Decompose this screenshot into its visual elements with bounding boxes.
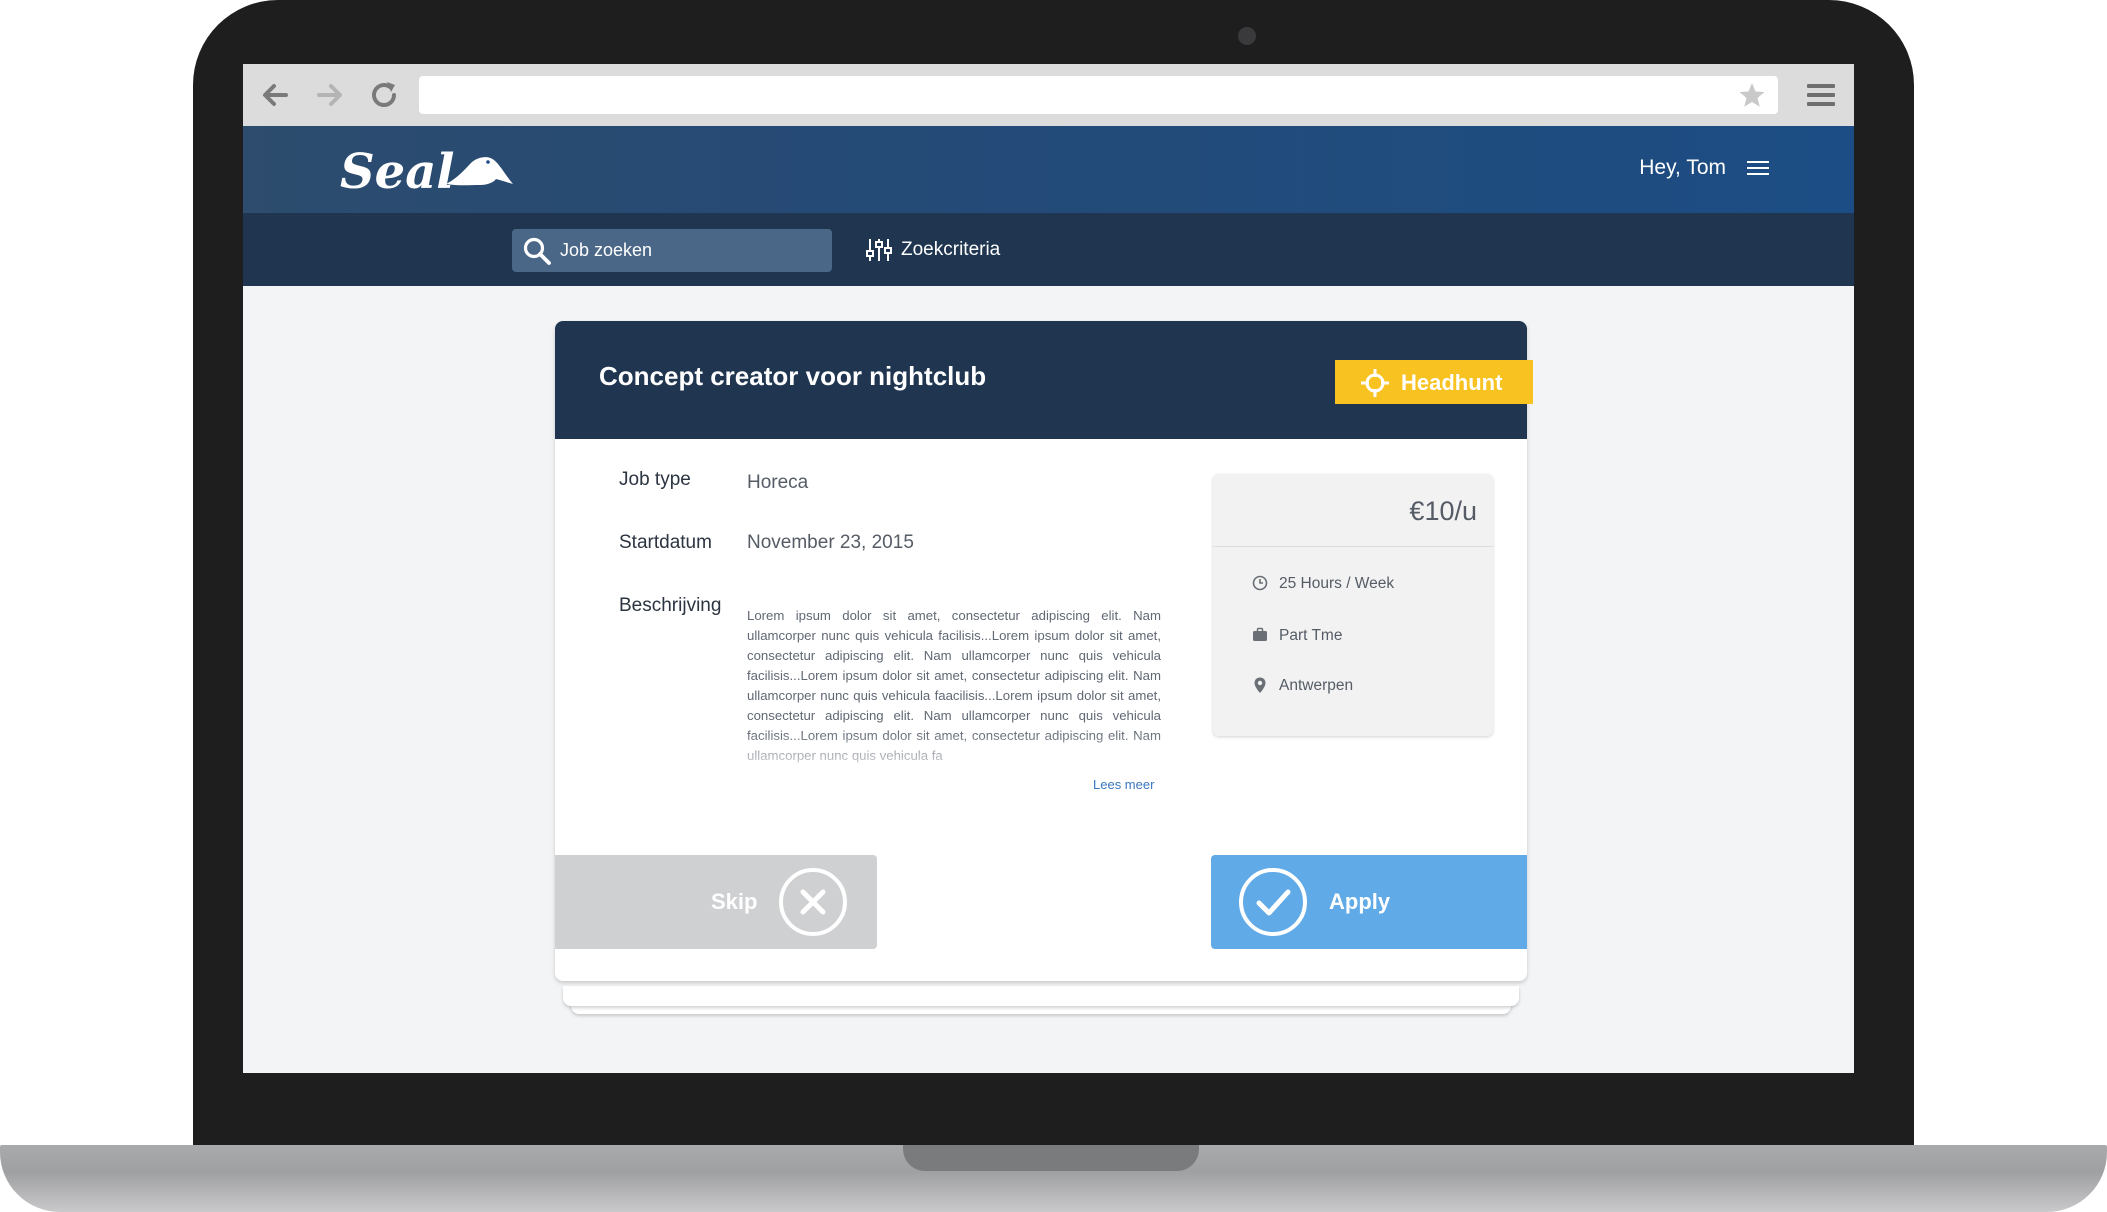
browser-toolbar bbox=[243, 64, 1854, 126]
skip-button[interactable]: Skip bbox=[555, 855, 877, 949]
clock-icon bbox=[1252, 575, 1268, 591]
seal-logo[interactable]: Seal bbox=[338, 138, 528, 202]
location-value: Antwerpen bbox=[1279, 677, 1354, 694]
divider bbox=[1213, 546, 1493, 547]
location-pin-icon bbox=[1254, 677, 1266, 693]
skip-label: Skip bbox=[711, 889, 758, 914]
apply-label: Apply bbox=[1329, 889, 1391, 914]
job-info-panel: €10/u 25 Hours / Week Part Tme Antwerpen bbox=[1213, 474, 1493, 736]
job-search-input[interactable]: Job zoeken bbox=[512, 229, 832, 272]
screen: Seal Hey, Tom Job zoeken Zoekcriteria Co… bbox=[243, 64, 1854, 1073]
job-type-label: Job type bbox=[619, 469, 691, 490]
apply-button[interactable]: Apply bbox=[1211, 855, 1527, 949]
headhunt-label: Headhunt bbox=[1401, 370, 1503, 395]
job-kind-value: Part Tme bbox=[1279, 627, 1343, 644]
description-label: Beschrijving bbox=[619, 595, 722, 616]
job-card: Concept creator voor nightclub Headhunt … bbox=[555, 321, 1533, 981]
read-more-link[interactable]: Lees meer bbox=[1093, 777, 1154, 792]
job-type-value: Horeca bbox=[747, 472, 809, 493]
headhunt-button[interactable]: Headhunt bbox=[1335, 360, 1533, 404]
arrow-right-icon bbox=[317, 84, 342, 106]
close-circle-icon bbox=[779, 868, 847, 936]
check-circle-icon bbox=[1239, 868, 1307, 936]
job-title: Concept creator voor nightclub bbox=[599, 361, 987, 391]
sliders-icon bbox=[866, 239, 892, 261]
address-bar[interactable] bbox=[419, 76, 1778, 114]
forward-button[interactable] bbox=[311, 76, 349, 114]
sub-navigation: Job zoeken Zoekcriteria bbox=[243, 213, 1854, 286]
arrow-left-icon bbox=[263, 84, 288, 106]
criteria-label: Zoekcriteria bbox=[901, 239, 1001, 260]
svg-text:Seal: Seal bbox=[340, 144, 455, 200]
laptop-notch bbox=[903, 1145, 1199, 1171]
search-icon bbox=[523, 237, 551, 265]
app-header: Seal Hey, Tom bbox=[243, 126, 1854, 213]
hours-value: 25 Hours / Week bbox=[1279, 575, 1395, 592]
hamburger-menu-icon[interactable] bbox=[1747, 159, 1769, 177]
reload-button[interactable] bbox=[365, 76, 403, 114]
crosshair-icon bbox=[1361, 369, 1389, 397]
camera bbox=[1238, 27, 1256, 45]
briefcase-icon bbox=[1253, 627, 1267, 641]
back-button[interactable] bbox=[256, 76, 294, 114]
star-icon[interactable] bbox=[1738, 81, 1766, 109]
start-date-value: November 23, 2015 bbox=[747, 532, 914, 553]
user-greeting[interactable]: Hey, Tom bbox=[1639, 156, 1726, 180]
reload-icon bbox=[372, 82, 396, 107]
card-stack-layer bbox=[563, 986, 1519, 1006]
search-placeholder: Job zoeken bbox=[560, 240, 653, 260]
hourly-rate: €10/u bbox=[1409, 496, 1477, 526]
start-date-label: Startdatum bbox=[619, 532, 712, 553]
browser-menu-icon[interactable] bbox=[1804, 78, 1838, 112]
